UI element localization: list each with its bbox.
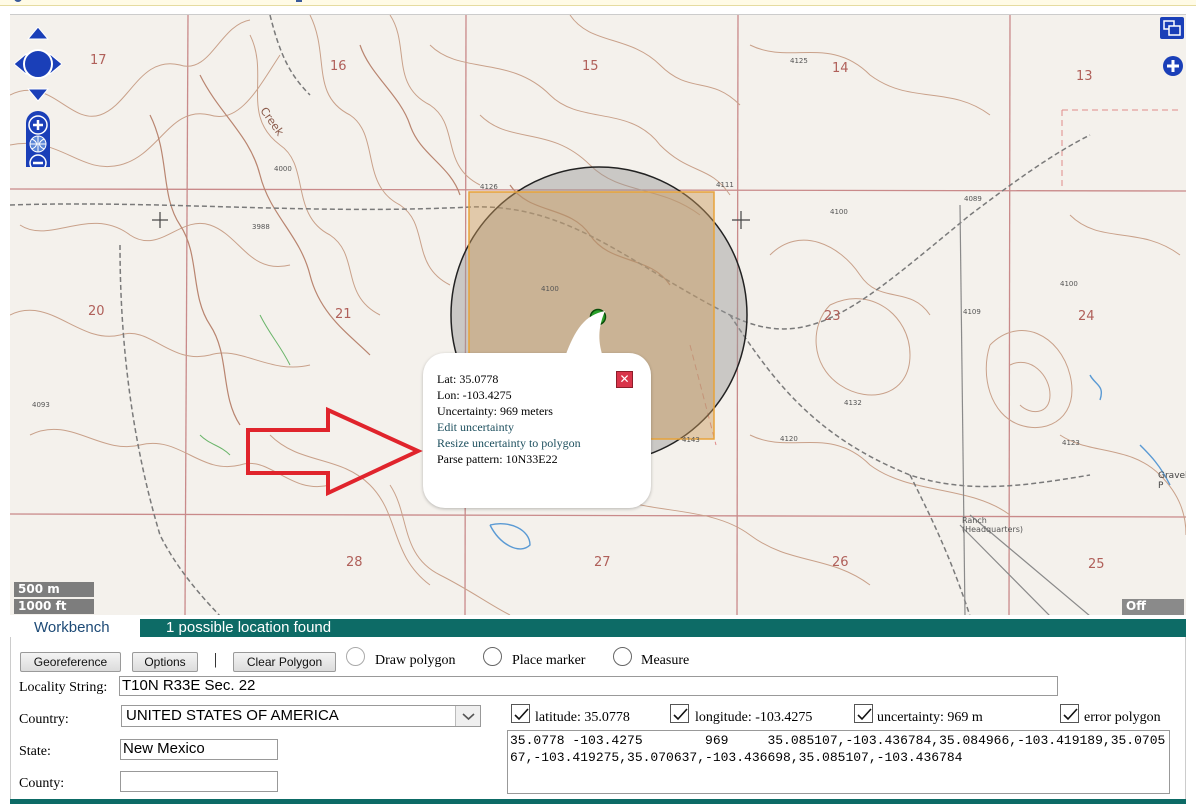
contour-label: 4100 — [1060, 280, 1078, 288]
map-label-gravel: Gravel P — [1158, 471, 1186, 491]
measure-label: Measure — [641, 653, 690, 668]
section-number: 21 — [335, 307, 352, 322]
close-x-icon[interactable]: ✕ — [616, 371, 633, 388]
app-icon-2 — [296, 0, 302, 2]
uncertainty-checkbox-label: uncertainty: 969 m — [877, 710, 983, 725]
expand-plus-icon[interactable] — [1162, 55, 1184, 77]
off-map-label: Off map. — [1122, 599, 1184, 615]
tab-workbench[interactable]: Workbench — [10, 619, 140, 637]
popup-lon: Lon: -103.4275 — [437, 388, 512, 402]
locality-input[interactable]: T10N R33E Sec. 22 — [119, 676, 1058, 696]
location-popup: Lat: 35.0778 Lon: -103.4275 Uncertainty:… — [423, 311, 651, 508]
coordinates-textarea[interactable]: 35.0778 -103.4275 969 35.085107,-103.436… — [507, 730, 1170, 794]
scale-imperial: 1000 ft — [14, 599, 94, 614]
workbench-tab-bar: Workbench 1 possible location found — [10, 619, 1186, 637]
scale-metric: 500 m — [14, 582, 94, 597]
contour-label: 4100 — [541, 285, 559, 293]
chevron-down-icon — [462, 713, 475, 721]
resize-uncertainty-link[interactable]: Resize uncertainty to polygon — [437, 435, 581, 451]
contour-label: 4109 — [963, 308, 981, 316]
section-number: 23 — [824, 309, 841, 324]
map-navigation — [13, 26, 63, 179]
contour-label: 4143 — [682, 436, 700, 444]
button-separator: | — [214, 651, 218, 668]
zoom-in-icon[interactable] — [28, 115, 48, 135]
popup-tail — [565, 311, 605, 357]
section-number: 25 — [1088, 557, 1105, 572]
options-button[interactable]: Options — [132, 652, 198, 672]
pan-down-icon[interactable] — [26, 88, 50, 102]
section-number: 20 — [88, 304, 105, 319]
county-label: County: — [19, 776, 65, 791]
world-globe-icon[interactable] — [29, 135, 47, 153]
section-number: 13 — [1076, 69, 1093, 84]
latitude-checkbox[interactable] — [511, 704, 530, 723]
latitude-checkbox-label: latitude: 35.0778 — [535, 710, 630, 725]
checkmark-icon — [673, 708, 688, 721]
contour-label: 4126 — [480, 183, 498, 191]
country-select-value: UNITED STATES OF AMERICA — [126, 707, 339, 724]
contour-label: 4000 — [274, 165, 292, 173]
locality-label: Locality String: — [19, 680, 108, 695]
place-marker-label: Place marker — [512, 653, 586, 668]
section-number: 14 — [832, 61, 849, 76]
draw-polygon-radio[interactable] — [346, 647, 365, 666]
error-polygon-checkbox-label: error polygon — [1084, 710, 1161, 725]
longitude-checkbox-label: longitude: -103.4275 — [695, 710, 813, 725]
country-dropdown-chevron[interactable] — [455, 706, 480, 726]
uncertainty-checkbox[interactable] — [854, 704, 873, 723]
section-number: 17 — [90, 53, 107, 68]
contour-label: 4120 — [780, 435, 798, 443]
section-number: 27 — [594, 555, 611, 570]
section-number: 15 — [582, 59, 599, 74]
error-polygon-checkbox[interactable] — [1060, 704, 1079, 723]
state-input[interactable]: New Mexico — [120, 739, 278, 760]
section-number: 28 — [346, 555, 363, 570]
top-strip — [0, 0, 1196, 6]
section-number: 16 — [330, 59, 347, 74]
workbench-panel: Georeference Options | Clear Polygon Dra… — [10, 637, 1186, 802]
place-marker-radio[interactable] — [483, 647, 502, 666]
georeference-button[interactable]: Georeference — [20, 652, 121, 672]
country-label: Country: — [19, 712, 69, 727]
section-number: 26 — [832, 555, 849, 570]
contour-label: 3988 — [252, 223, 270, 231]
contour-label: 4093 — [32, 401, 50, 409]
country-select[interactable]: UNITED STATES OF AMERICA — [121, 705, 481, 727]
county-input[interactable] — [120, 771, 278, 792]
topographic-map[interactable]: 17 16 15 14 13 20 21 23 24 28 27 26 25 C… — [10, 14, 1186, 615]
contour-label: 4111 — [716, 181, 734, 189]
measure-radio[interactable] — [613, 647, 632, 666]
status-bar: 1 possible location found — [140, 619, 1186, 637]
app-icon — [14, 0, 22, 2]
popup-uncertainty: Uncertainty: 969 meters — [437, 404, 553, 418]
edit-uncertainty-link[interactable]: Edit uncertainty — [437, 419, 581, 435]
section-number: 24 — [1078, 309, 1095, 324]
popup-parse-pattern: Parse pattern: 10N33E22 — [437, 452, 558, 466]
zoom-out-icon[interactable] — [29, 154, 47, 172]
pan-zoom-controls — [13, 26, 63, 179]
checkmark-icon — [514, 708, 529, 721]
longitude-checkbox[interactable] — [670, 704, 689, 723]
annotation-arrow — [246, 406, 423, 497]
contour-label: 4123 — [1062, 439, 1080, 447]
contour-label: 4125 — [790, 57, 808, 65]
workbench-bottom-bar — [10, 799, 1186, 804]
clear-polygon-button[interactable]: Clear Polygon — [233, 652, 336, 672]
checkmark-icon — [857, 708, 872, 721]
map-label-ranch: Ranch (Headquarters) — [962, 516, 1024, 534]
checkmark-icon — [1063, 708, 1078, 721]
contour-label: 4100 — [830, 208, 848, 216]
pan-up-icon[interactable] — [26, 26, 50, 40]
state-label: State: — [19, 744, 51, 759]
contour-label: 4089 — [964, 195, 982, 203]
draw-polygon-label: Draw polygon — [375, 653, 456, 668]
contour-label: 4132 — [844, 399, 862, 407]
layer-switcher-icon[interactable] — [1160, 17, 1184, 41]
popup-content: Lat: 35.0778 Lon: -103.4275 Uncertainty:… — [437, 371, 581, 467]
popup-lat: Lat: 35.0778 — [437, 372, 499, 386]
